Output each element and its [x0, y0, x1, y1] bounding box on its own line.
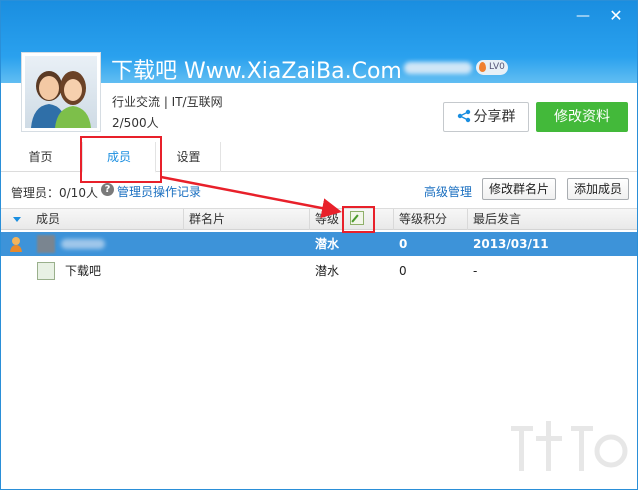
watermark-logo: [511, 421, 628, 471]
group-info-window: — ✕ 下载吧 Www.XiaZaiBa.Com LV0 行业交流 | IT/互…: [0, 0, 638, 490]
